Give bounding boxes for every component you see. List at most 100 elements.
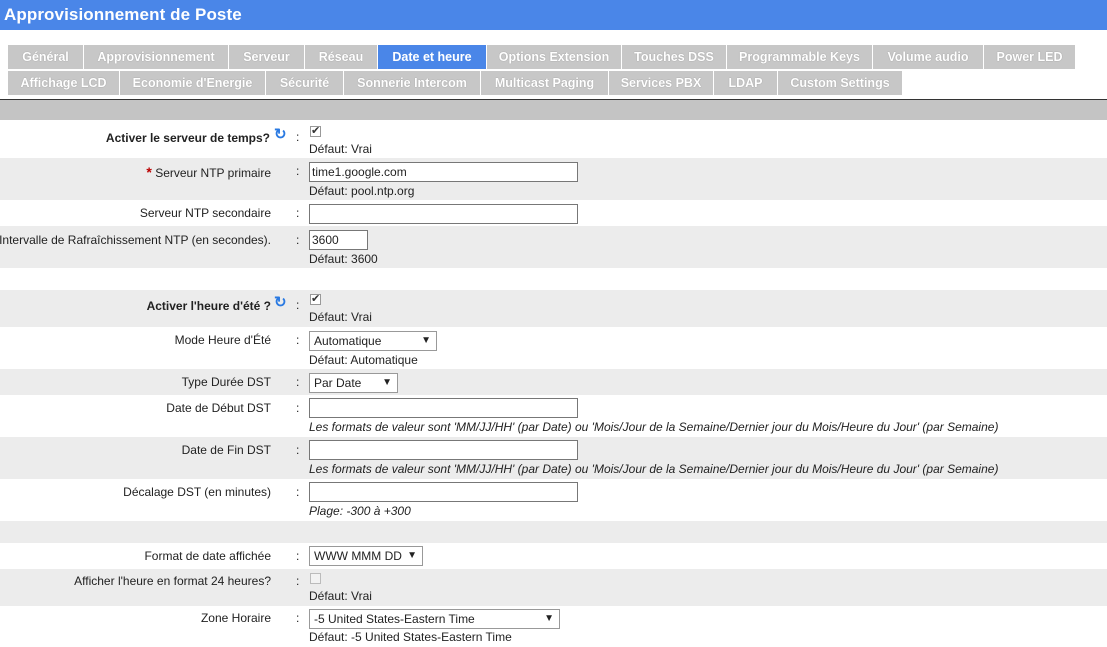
chevron-down-icon: ▼	[407, 550, 417, 561]
row-24h: Afficher l'heure en format 24 heures? : …	[0, 569, 1107, 606]
refresh-icon[interactable]: ↻	[274, 125, 287, 143]
hint-dst-offset: Plage: -300 à +300	[309, 504, 411, 518]
hint-dst-end: Les formats de valeur sont 'MM/JJ/HH' (p…	[309, 462, 999, 476]
tab-touches-dss[interactable]: Touches DSS	[622, 45, 726, 69]
colon: :	[296, 401, 300, 415]
label-dst-enable: Activer l'heure d'été ?	[146, 299, 271, 313]
label-date-format: Format de date affichée	[144, 549, 271, 563]
label-dst-start: Date de Début DST	[166, 401, 271, 415]
colon: :	[296, 164, 300, 178]
tab-securite[interactable]: Sécurité	[266, 71, 343, 95]
row-time-server: Activer le serveur de temps? ↻ : ✔ Défau…	[0, 120, 1107, 158]
ntp-interval-input[interactable]: 3600	[309, 230, 368, 250]
row-date-format: Format de date affichée : WWW MMM DD ▼	[0, 543, 1107, 569]
checkmark-icon: ✔	[311, 125, 321, 137]
label-ntp-primary: * Serveur NTP primaire	[146, 164, 271, 180]
row-ntp-interval: Intervalle de Rafraîchissement NTP (en s…	[0, 226, 1107, 268]
colon: :	[296, 130, 300, 144]
dst-mode-value: Automatique	[314, 334, 382, 348]
row-ntp-primary: * Serveur NTP primaire : time1.google.co…	[0, 158, 1107, 200]
default-time-server: Défaut: Vrai	[309, 142, 372, 156]
section-divider	[0, 100, 1107, 120]
tab-ldap[interactable]: LDAP	[714, 71, 777, 95]
refresh-icon[interactable]: ↻	[274, 293, 287, 311]
tab-power-led[interactable]: Power LED	[984, 45, 1075, 69]
row-dst-type: Type Durée DST : Par Date ▼	[0, 369, 1107, 395]
hour24-checkbox[interactable]	[310, 573, 321, 584]
colon: :	[296, 611, 300, 625]
hint-dst-start: Les formats de valeur sont 'MM/JJ/HH' (p…	[309, 420, 999, 434]
label-ntp-interval: Intervalle de Rafraîchissement NTP (en s…	[0, 233, 271, 247]
checkmark-icon: ✔	[311, 293, 321, 305]
colon: :	[296, 443, 300, 457]
tab-economie-energie[interactable]: Economie d'Energie	[120, 71, 265, 95]
colon: :	[296, 298, 300, 312]
row-dst-offset: Décalage DST (en minutes) : Plage: -300 …	[0, 479, 1107, 521]
dst-enable-checkbox[interactable]: ✔	[310, 294, 321, 305]
time-server-checkbox[interactable]: ✔	[310, 126, 321, 137]
colon: :	[296, 549, 300, 563]
row-timezone: Zone Horaire : -5 United States-Eastern …	[0, 606, 1107, 647]
row-dst-enable: Activer l'heure d'été ? ↻ : ✔ Défaut: Vr…	[0, 290, 1107, 327]
required-icon: *	[146, 164, 152, 180]
label-ntp-secondary: Serveur NTP secondaire	[139, 206, 271, 220]
tab-reseau[interactable]: Réseau	[305, 45, 377, 69]
default-ntp-primary: Défaut: pool.ntp.org	[309, 184, 415, 198]
row-spacer	[0, 521, 1107, 543]
tab-serveur[interactable]: Serveur	[229, 45, 304, 69]
timezone-select[interactable]: -5 United States-Eastern Time ▼	[309, 609, 560, 629]
chevron-down-icon: ▼	[421, 335, 431, 346]
label-time-server: Activer le serveur de temps?	[105, 131, 270, 145]
default-24h: Défaut: Vrai	[309, 589, 372, 603]
label-dst-mode: Mode Heure d'Été	[174, 333, 271, 347]
colon: :	[296, 485, 300, 499]
dst-end-input[interactable]	[309, 440, 578, 460]
label-dst-end: Date de Fin DST	[181, 443, 271, 457]
tab-sonnerie-intercom[interactable]: Sonnerie Intercom	[344, 71, 480, 95]
default-ntp-interval: Défaut: 3600	[309, 252, 378, 266]
colon: :	[296, 375, 300, 389]
default-timezone: Défaut: -5 United States-Eastern Time	[309, 630, 512, 644]
label-dst-offset: Décalage DST (en minutes)	[123, 485, 271, 499]
tab-date-et-heure[interactable]: Date et heure	[378, 45, 486, 69]
row-spacer	[0, 268, 1107, 290]
row-ntp-secondary: Serveur NTP secondaire :	[0, 200, 1107, 226]
dst-type-select[interactable]: Par Date ▼	[309, 373, 398, 393]
label-ntp-primary-text: Serveur NTP primaire	[155, 166, 271, 180]
chevron-down-icon: ▼	[382, 377, 392, 388]
colon: :	[296, 206, 300, 220]
ntp-secondary-input[interactable]	[309, 204, 578, 224]
default-dst-enable: Défaut: Vrai	[309, 310, 372, 324]
row-dst-start: Date de Début DST : Les formats de valeu…	[0, 395, 1107, 437]
dst-offset-input[interactable]	[309, 482, 578, 502]
label-24h: Afficher l'heure en format 24 heures?	[74, 574, 271, 588]
colon: :	[296, 233, 300, 247]
colon: :	[296, 574, 300, 588]
tab-programmable-keys[interactable]: Programmable Keys	[727, 45, 872, 69]
dst-start-input[interactable]	[309, 398, 578, 418]
chevron-down-icon: ▼	[544, 613, 554, 624]
label-dst-type: Type Durée DST	[181, 375, 271, 389]
tab-custom-settings[interactable]: Custom Settings	[778, 71, 902, 95]
tab-options-extension[interactable]: Options Extension	[487, 45, 621, 69]
default-dst-mode: Défaut: Automatique	[309, 353, 418, 367]
colon: :	[296, 333, 300, 347]
tab-bar: Général Approvisionnement Serveur Réseau…	[0, 44, 1107, 100]
label-timezone: Zone Horaire	[200, 611, 271, 625]
date-format-value: WWW MMM DD	[314, 549, 402, 563]
tab-affichage-lcd[interactable]: Affichage LCD	[8, 71, 119, 95]
page-title: Approvisionnement de Poste	[4, 5, 242, 24]
dst-type-value: Par Date	[314, 376, 362, 390]
tab-multicast-paging[interactable]: Multicast Paging	[481, 71, 608, 95]
timezone-value: -5 United States-Eastern Time	[314, 612, 475, 626]
tab-volume-audio[interactable]: Volume audio	[873, 45, 983, 69]
tab-approvisionnement[interactable]: Approvisionnement	[84, 45, 228, 69]
ntp-primary-input[interactable]: time1.google.com	[309, 162, 578, 182]
row-dst-end: Date de Fin DST : Les formats de valeur …	[0, 437, 1107, 479]
row-dst-mode: Mode Heure d'Été : Automatique ▼ Défaut: …	[0, 327, 1107, 369]
header-bar: Approvisionnement de Poste	[0, 0, 1107, 30]
date-format-select[interactable]: WWW MMM DD ▼	[309, 546, 423, 566]
tab-general[interactable]: Général	[8, 45, 83, 69]
tab-services-pbx[interactable]: Services PBX	[609, 71, 713, 95]
dst-mode-select[interactable]: Automatique ▼	[309, 331, 437, 351]
